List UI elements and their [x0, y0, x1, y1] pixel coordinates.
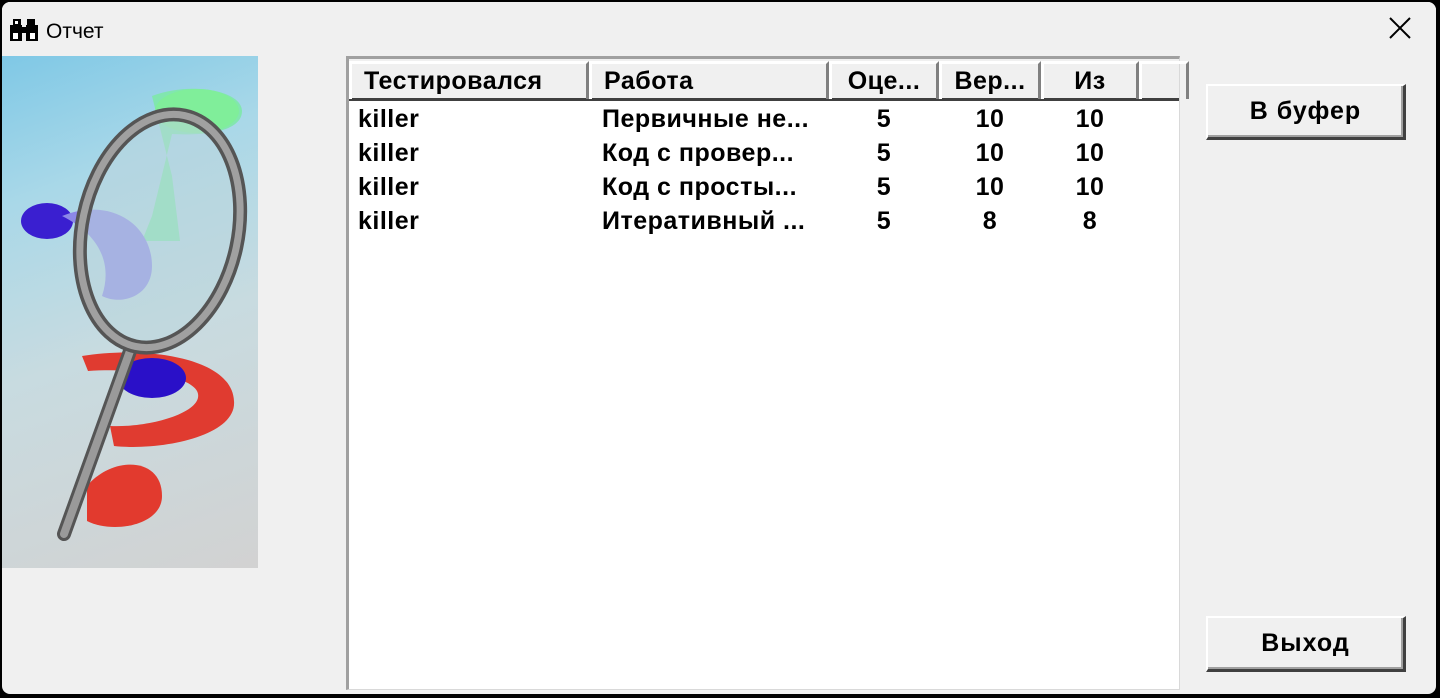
cell-grade: 5 [876, 173, 892, 201]
cell-tested: killer [358, 173, 420, 201]
cell-work: Код с просты... [602, 173, 798, 201]
cell-work: Первичные не... [602, 105, 810, 133]
window-title: Отчет [46, 20, 104, 43]
column-header-filler [1139, 61, 1189, 99]
exit-button[interactable]: Выход [1206, 616, 1406, 672]
table-row[interactable]: killer Код с просты... 5 10 10 [349, 170, 1179, 204]
column-header-total[interactable]: Из [1041, 61, 1139, 99]
cell-tested: killer [358, 139, 420, 167]
table-row[interactable]: killer Код с провер... 5 10 10 [349, 136, 1179, 170]
cell-total: 10 [1075, 105, 1105, 133]
column-header-work[interactable]: Работа [589, 61, 829, 99]
cell-grade: 5 [876, 139, 892, 167]
close-icon [1388, 16, 1412, 45]
cell-work: Код с провер... [602, 139, 795, 167]
column-header-grade[interactable]: Оце... [829, 61, 939, 99]
cell-tested: killer [358, 105, 420, 133]
cell-work: Итеративный ... [602, 207, 806, 235]
cell-grade: 5 [876, 105, 892, 133]
close-button[interactable] [1364, 2, 1436, 58]
report-list[interactable]: Тестировался Работа Оце... Вер... Из kil… [346, 56, 1189, 690]
table-row[interactable]: killer Первичные не... 5 10 10 [349, 102, 1179, 136]
title-bar[interactable]: Отчет [2, 2, 1436, 58]
copy-to-buffer-button[interactable]: В буфер [1206, 84, 1406, 140]
cell-total: 10 [1075, 139, 1105, 167]
cell-tested: killer [358, 207, 420, 235]
column-header-tested[interactable]: Тестировался [349, 61, 589, 99]
cell-correct: 10 [975, 105, 1005, 133]
cell-correct: 10 [975, 139, 1005, 167]
cell-total: 10 [1075, 173, 1105, 201]
table-row[interactable]: killer Итеративный ... 5 8 8 [349, 204, 1179, 238]
cell-total: 8 [1082, 207, 1098, 235]
list-header: Тестировался Работа Оце... Вер... Из [349, 59, 1189, 101]
column-header-correct[interactable]: Вер... [939, 61, 1041, 99]
report-window: Отчет Тестировался Работа Оце... Вер... … [2, 2, 1436, 694]
magnifier-question-illustration [2, 56, 258, 568]
cell-correct: 10 [975, 173, 1005, 201]
cell-correct: 8 [982, 207, 998, 235]
cell-grade: 5 [876, 207, 892, 235]
binoculars-icon [10, 19, 38, 43]
